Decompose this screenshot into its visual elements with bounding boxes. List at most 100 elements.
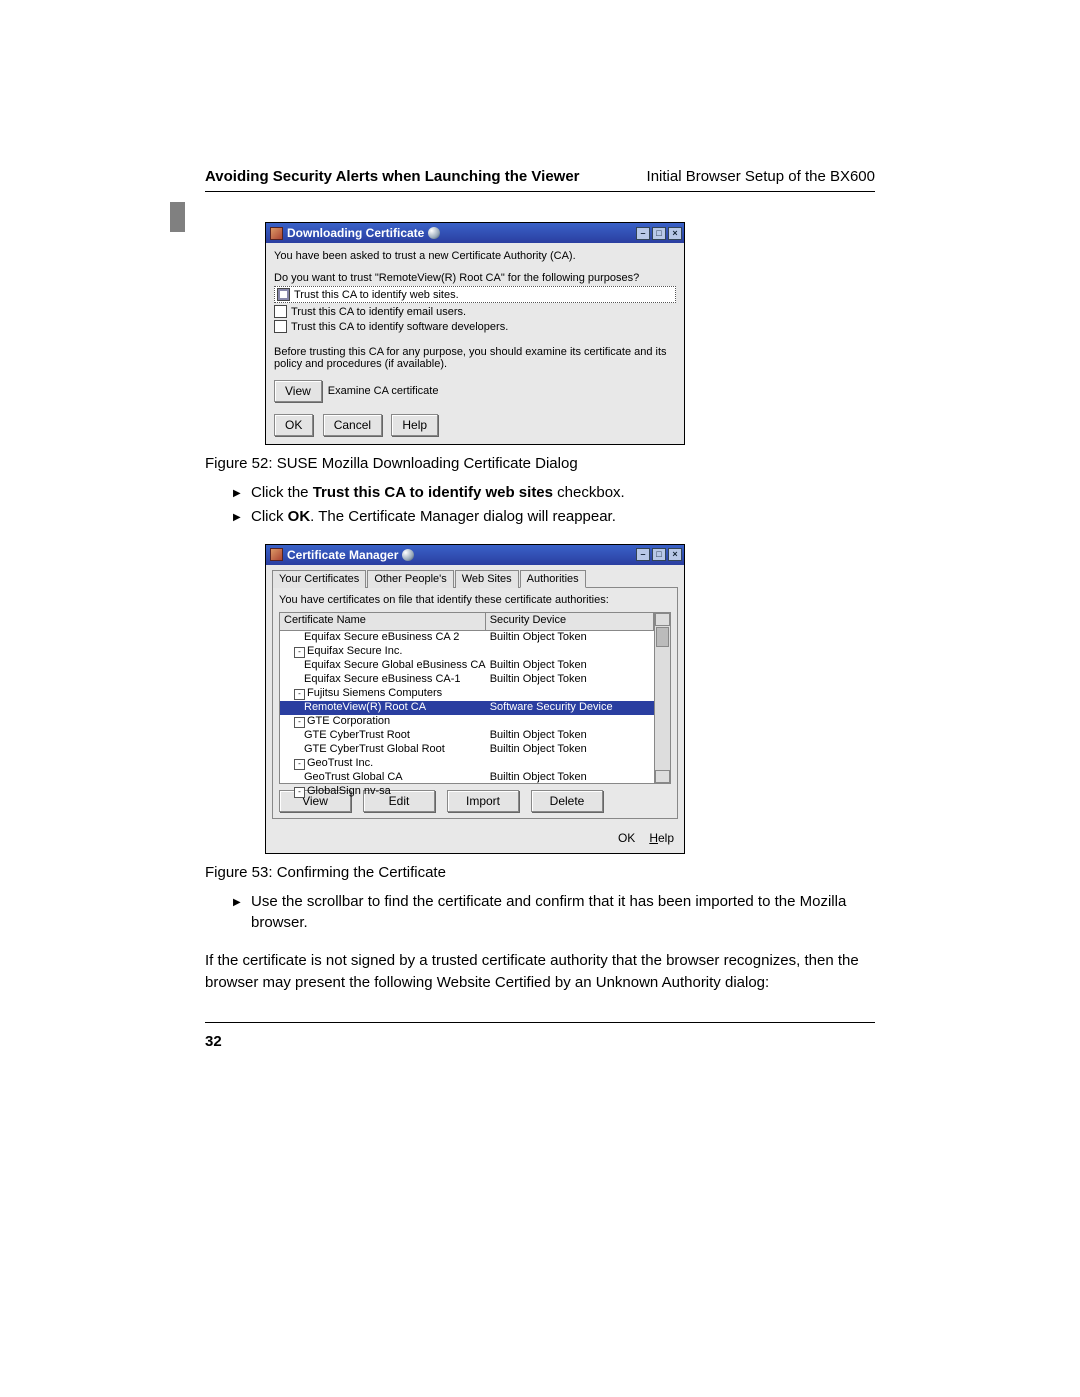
cell-security-device: Builtin Object Token <box>486 673 654 687</box>
scrollbar[interactable] <box>654 613 670 783</box>
col-certificate-name[interactable]: Certificate Name <box>280 613 486 630</box>
col-security-device[interactable]: Security Device <box>486 613 654 630</box>
cell-cert-name: GTE CyberTrust Global Root <box>280 743 486 757</box>
cell-security-device <box>486 715 654 729</box>
cell-cert-name: GeoTrust Global CA <box>280 771 486 785</box>
scroll-down-button[interactable] <box>655 770 670 783</box>
page-header: Avoiding Security Alerts when Launching … <box>205 168 875 192</box>
table-row[interactable]: GTE CyberTrust RootBuiltin Object Token <box>280 729 654 743</box>
view-button[interactable]: View <box>274 380 322 402</box>
dialog1-titlebar: Downloading Certificate – □ × <box>266 223 684 243</box>
cell-security-device: Software Security Device <box>486 701 654 715</box>
scroll-up-button[interactable] <box>655 613 670 626</box>
cell-cert-name: RemoteView(R) Root CA <box>280 701 486 715</box>
trust-software-row[interactable]: Trust this CA to identify software devel… <box>274 319 676 334</box>
cell-cert-name: Equifax Secure eBusiness CA 2 <box>280 631 486 645</box>
table-row[interactable]: RemoteView(R) Root CASoftware Security D… <box>280 701 654 715</box>
tab-authorities[interactable]: Authorities <box>520 570 586 588</box>
table-row[interactable]: Equifax Secure Global eBusiness CA...Bui… <box>280 659 654 673</box>
tab-other-peoples[interactable]: Other People's <box>367 570 453 588</box>
table-row[interactable]: -GlobalSign nv-sa <box>280 785 654 799</box>
tree-expander-icon[interactable]: - <box>294 759 305 770</box>
ok-button[interactable]: OK <box>274 414 313 436</box>
table-row[interactable]: -Equifax Secure Inc. <box>280 645 654 659</box>
instruction-list-1: Click the Trust this CA to identify web … <box>233 482 875 528</box>
trust-websites-row[interactable]: Trust this CA to identify web sites. <box>274 286 676 303</box>
scroll-thumb[interactable] <box>656 627 669 647</box>
cell-cert-name: Equifax Secure Global eBusiness CA... <box>280 659 486 673</box>
cell-security-device <box>486 785 654 799</box>
trust-websites-checkbox[interactable] <box>277 288 290 301</box>
certificate-table: Certificate Name Security Device Equifax… <box>279 612 671 784</box>
table-row[interactable]: -GeoTrust Inc. <box>280 757 654 771</box>
trust-websites-label: Trust this CA to identify web sites. <box>294 289 459 301</box>
body-paragraph: If the certificate is not signed by a tr… <box>205 950 875 994</box>
dialog1-question: Do you want to trust "RemoteView(R) Root… <box>274 272 676 284</box>
table-row[interactable]: -GTE Corporation <box>280 715 654 729</box>
window-icon <box>270 548 283 561</box>
cell-security-device: Builtin Object Token <box>486 631 654 645</box>
tab-web-sites[interactable]: Web Sites <box>455 570 519 588</box>
tree-expander-icon[interactable]: - <box>294 647 305 658</box>
ok-button[interactable]: OK <box>618 831 635 845</box>
cell-cert-name: -Equifax Secure Inc. <box>280 645 486 659</box>
trust-email-label: Trust this CA to identify email users. <box>291 306 466 318</box>
tree-expander-icon[interactable]: - <box>294 787 305 798</box>
close-button[interactable]: × <box>668 227 682 240</box>
help-button[interactable]: Help <box>391 414 438 436</box>
cell-cert-name: Equifax Secure eBusiness CA-1 <box>280 673 486 687</box>
tree-expander-icon[interactable]: - <box>294 717 305 728</box>
close-button[interactable]: × <box>668 548 682 561</box>
title-orb-icon <box>402 549 414 561</box>
cell-cert-name: GTE CyberTrust Root <box>280 729 486 743</box>
cell-cert-name: -GlobalSign nv-sa <box>280 785 486 799</box>
cell-security-device <box>486 645 654 659</box>
cell-cert-name: -GTE Corporation <box>280 715 486 729</box>
dialog2-intro: You have certificates on file that ident… <box>279 594 671 606</box>
cancel-button[interactable]: Cancel <box>323 414 382 436</box>
maximize-button[interactable]: □ <box>652 548 666 561</box>
instruction-item: Click OK. The Certificate Manager dialog… <box>233 506 875 528</box>
table-row[interactable]: GTE CyberTrust Global RootBuiltin Object… <box>280 743 654 757</box>
dialog2-title: Certificate Manager <box>287 548 398 562</box>
cell-cert-name: -Fujitsu Siemens Computers <box>280 687 486 701</box>
maximize-button[interactable]: □ <box>652 227 666 240</box>
dialog1-warning: Before trusting this CA for any purpose,… <box>274 346 676 370</box>
certificate-manager-dialog: Certificate Manager – □ × Your Certifica… <box>265 544 685 854</box>
dialog2-titlebar: Certificate Manager – □ × <box>266 545 684 565</box>
downloading-certificate-dialog: Downloading Certificate – □ × You have b… <box>265 222 685 445</box>
examine-text: Examine CA certificate <box>328 385 439 397</box>
table-row[interactable]: Equifax Secure eBusiness CA 2Builtin Obj… <box>280 631 654 645</box>
tab-your-certificates[interactable]: Your Certificates <box>272 570 366 588</box>
minimize-button[interactable]: – <box>636 227 650 240</box>
dialog1-title: Downloading Certificate <box>287 226 424 240</box>
instruction-item: Use the scrollbar to find the certificat… <box>233 891 875 935</box>
table-row[interactable]: Equifax Secure eBusiness CA-1Builtin Obj… <box>280 673 654 687</box>
page-number: 32 <box>205 1033 222 1050</box>
figure52-caption: Figure 52: SUSE Mozilla Downloading Cert… <box>205 455 875 472</box>
header-left: Avoiding Security Alerts when Launching … <box>205 168 580 185</box>
cell-cert-name: -GeoTrust Inc. <box>280 757 486 771</box>
help-button[interactable]: Help <box>649 831 674 845</box>
trust-software-checkbox[interactable] <box>274 320 287 333</box>
cell-security-device <box>486 757 654 771</box>
trust-software-label: Trust this CA to identify software devel… <box>291 321 508 333</box>
tabs-row: Your Certificates Other People's Web Sit… <box>266 565 684 587</box>
cell-security-device <box>486 687 654 701</box>
table-row[interactable]: GeoTrust Global CABuiltin Object Token <box>280 771 654 785</box>
tree-expander-icon[interactable]: - <box>294 689 305 700</box>
trust-email-row[interactable]: Trust this CA to identify email users. <box>274 304 676 319</box>
cell-security-device: Builtin Object Token <box>486 659 654 673</box>
figure53-caption: Figure 53: Confirming the Certificate <box>205 864 875 881</box>
minimize-button[interactable]: – <box>636 548 650 561</box>
title-orb-icon <box>428 227 440 239</box>
table-row[interactable]: -Fujitsu Siemens Computers <box>280 687 654 701</box>
page-edge-tab <box>170 202 185 232</box>
trust-email-checkbox[interactable] <box>274 305 287 318</box>
instruction-list-2: Use the scrollbar to find the certificat… <box>233 891 875 935</box>
window-icon <box>270 227 283 240</box>
cell-security-device: Builtin Object Token <box>486 743 654 757</box>
cell-security-device: Builtin Object Token <box>486 729 654 743</box>
dialog1-intro: You have been asked to trust a new Certi… <box>274 250 676 262</box>
header-right: Initial Browser Setup of the BX600 <box>647 168 875 185</box>
